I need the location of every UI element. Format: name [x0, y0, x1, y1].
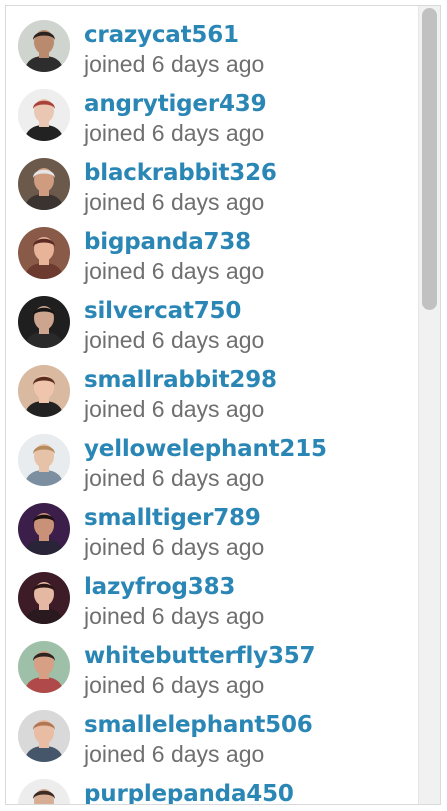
username-link[interactable]: lazyfrog383 — [84, 574, 235, 600]
avatar-icon[interactable] — [18, 641, 70, 693]
list-item[interactable]: silvercat750 joined 6 days ago — [6, 282, 420, 353]
joined-text: joined 6 days ago — [84, 258, 265, 284]
username-link[interactable]: smalltiger789 — [84, 505, 261, 531]
username-link[interactable]: crazycat561 — [84, 22, 239, 48]
user-list-panel: crazycat561 joined 6 days ago angrytiger43… — [5, 5, 441, 805]
username-link[interactable]: blackrabbit326 — [84, 160, 277, 186]
avatar-icon[interactable] — [18, 227, 70, 279]
avatar-icon[interactable] — [18, 158, 70, 210]
avatar-icon[interactable] — [18, 710, 70, 762]
avatar-icon[interactable] — [18, 503, 70, 555]
username-link[interactable]: smallrabbit298 — [84, 367, 277, 393]
avatar-icon[interactable] — [18, 20, 70, 72]
username-link[interactable]: bigpanda738 — [84, 229, 251, 255]
username-link[interactable]: silvercat750 — [84, 298, 241, 324]
joined-text: joined 6 days ago — [84, 465, 265, 491]
avatar-icon[interactable] — [18, 434, 70, 486]
joined-text: joined 6 days ago — [84, 327, 265, 353]
username-link[interactable]: yellowelephant215 — [84, 436, 327, 462]
username-link[interactable]: purplepanda450 — [84, 781, 294, 804]
username-link[interactable]: whitebutterfly357 — [84, 643, 316, 669]
list-item[interactable]: whitebutterfly357 joined 6 days ago — [6, 627, 420, 698]
list-item[interactable]: purplepanda450joined 6 days ago — [6, 765, 420, 804]
joined-text: joined 6 days ago — [84, 672, 265, 698]
joined-text: joined 6 days ago — [84, 741, 265, 767]
username-link[interactable]: smallelephant506 — [84, 712, 313, 738]
joined-text: joined 6 days ago — [84, 189, 265, 215]
list-item[interactable]: blackrabbit326 joined 6 days ago — [6, 144, 420, 215]
list-item[interactable]: angrytiger439 joined 6 days ago — [6, 75, 420, 146]
avatar-icon[interactable] — [18, 779, 70, 804]
username-link[interactable]: angrytiger439 — [84, 91, 267, 117]
avatar-icon[interactable] — [18, 89, 70, 141]
avatar-icon[interactable] — [18, 296, 70, 348]
joined-text: joined 6 days ago — [84, 603, 265, 629]
joined-text: joined 6 days ago — [84, 396, 265, 422]
list-item[interactable]: smallelephant506 joined 6 days ago — [6, 696, 420, 767]
scrollbar-track[interactable] — [418, 6, 440, 804]
joined-text: joined 6 days ago — [84, 120, 265, 146]
joined-text: joined 6 days ago — [84, 534, 265, 560]
joined-text: joined 6 days ago — [84, 51, 265, 77]
list-item[interactable]: lazyfrog383 joined 6 days ago — [6, 558, 420, 629]
list-item[interactable]: smalltiger789 joined 6 days ago — [6, 489, 420, 560]
list-item[interactable]: smallrabbit298 joined 6 days ago — [6, 351, 420, 422]
avatar-icon[interactable] — [18, 365, 70, 417]
avatar-icon[interactable] — [18, 572, 70, 624]
list-item[interactable]: crazycat561 joined 6 days ago — [6, 6, 420, 77]
scrollbar-thumb[interactable] — [422, 8, 437, 310]
list-item[interactable]: yellowelephant215 joined 6 days ago — [6, 420, 420, 491]
list-item[interactable]: bigpanda738 joined 6 days ago — [6, 213, 420, 284]
